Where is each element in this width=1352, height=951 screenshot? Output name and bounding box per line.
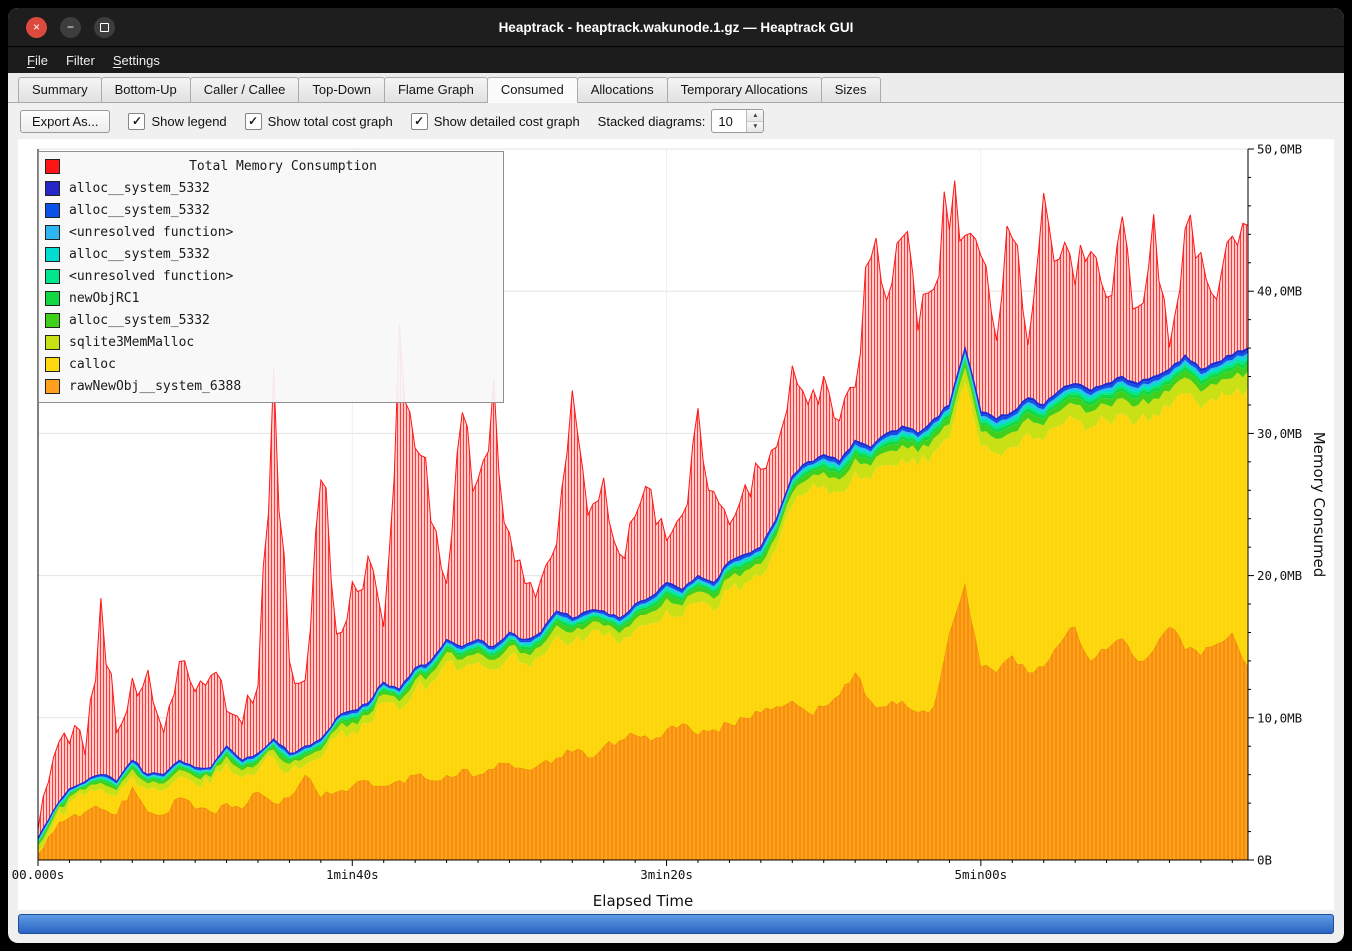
chart-legend: Total Memory Consumption alloc__system_53… — [38, 151, 504, 403]
legend-row: alloc__system_5332 — [45, 243, 497, 265]
legend-label: <unresolved function> — [69, 269, 233, 284]
legend-swatch — [45, 247, 60, 262]
titlebar[interactable]: × − Heaptrack - heaptrack.wakunode.1.gz … — [8, 8, 1344, 46]
tab-consumed[interactable]: Consumed — [487, 77, 578, 103]
legend-label: alloc__system_5332 — [69, 313, 210, 328]
legend-swatch — [45, 335, 60, 350]
svg-text:Elapsed Time: Elapsed Time — [593, 892, 693, 910]
svg-text:5min00s: 5min00s — [955, 867, 1008, 882]
svg-text:1min40s: 1min40s — [326, 867, 379, 882]
spin-up-button[interactable]: ▲ — [747, 110, 763, 121]
svg-text:40,0MB: 40,0MB — [1257, 284, 1302, 299]
svg-text:Memory Consumed: Memory Consumed — [1310, 432, 1328, 578]
stacked-diagrams-group: Stacked diagrams: 10 ▲ ▼ — [598, 109, 765, 133]
svg-text:3min20s: 3min20s — [640, 867, 693, 882]
legend-row: alloc__system_5332 — [45, 309, 497, 331]
legend-title-row: Total Memory Consumption — [45, 155, 497, 177]
legend-swatch — [45, 181, 60, 196]
checkbox-box[interactable]: ✓ — [128, 113, 145, 130]
legend-swatch — [45, 357, 60, 372]
tab-caller-callee[interactable]: Caller / Callee — [190, 77, 300, 102]
stacked-diagrams-label: Stacked diagrams: — [598, 114, 706, 129]
tab-top-down[interactable]: Top-Down — [298, 77, 385, 102]
legend-label: alloc__system_5332 — [69, 247, 210, 262]
stacked-diagrams-spinbox[interactable]: 10 ▲ ▼ — [711, 109, 764, 133]
checkbox-box[interactable]: ✓ — [245, 113, 262, 130]
menu-file[interactable]: File — [18, 50, 57, 71]
tab-bottom-up[interactable]: Bottom-Up — [101, 77, 191, 102]
checkbox-box[interactable]: ✓ — [411, 113, 428, 130]
menubar: FileFilterSettings — [8, 46, 1344, 73]
checkbox-label: Show legend — [151, 114, 226, 129]
close-button[interactable]: × — [26, 17, 47, 38]
svg-text:20,0MB: 20,0MB — [1257, 568, 1302, 583]
legend-row: <unresolved function> — [45, 221, 497, 243]
checkbox-label: Show detailed cost graph — [434, 114, 580, 129]
toolbar: Export As... ✓ Show legend ✓ Show total cos… — [8, 103, 1344, 139]
svg-text:10,0MB: 10,0MB — [1257, 710, 1302, 725]
stacked-diagrams-value[interactable]: 10 — [712, 110, 746, 132]
legend-swatch — [45, 313, 60, 328]
tab-flame-graph[interactable]: Flame Graph — [384, 77, 488, 102]
tab-summary[interactable]: Summary — [18, 77, 102, 102]
heaptrack-window: × − Heaptrack - heaptrack.wakunode.1.gz … — [8, 8, 1344, 943]
legend-label: rawNewObj__system_6388 — [69, 379, 241, 394]
svg-text:00.000s: 00.000s — [12, 867, 65, 882]
legend-swatch — [45, 379, 60, 394]
checkbox-show-total-cost-graph[interactable]: ✓ Show total cost graph — [245, 113, 393, 130]
legend-label: alloc__system_5332 — [69, 181, 210, 196]
legend-label: <unresolved function> — [69, 225, 233, 240]
checkbox-show-detailed-cost-graph[interactable]: ✓ Show detailed cost graph — [411, 113, 580, 130]
legend-row: alloc__system_5332 — [45, 199, 497, 221]
legend-label: newObjRC1 — [69, 291, 139, 306]
legend-swatch — [45, 225, 60, 240]
legend-row: alloc__system_5332 — [45, 177, 497, 199]
legend-row: rawNewObj__system_6388 — [45, 375, 497, 397]
spinner-buttons: ▲ ▼ — [746, 110, 763, 132]
legend-row: calloc — [45, 353, 497, 375]
legend-swatch — [45, 291, 60, 306]
checkbox-show-legend[interactable]: ✓ Show legend — [128, 113, 226, 130]
checkbox-label: Show total cost graph — [268, 114, 393, 129]
tab-allocations[interactable]: Allocations — [577, 77, 668, 102]
window-controls: × − — [26, 17, 115, 38]
legend-row: <unresolved function> — [45, 265, 497, 287]
svg-text:30,0MB: 30,0MB — [1257, 426, 1302, 441]
legend-row: newObjRC1 — [45, 287, 497, 309]
maximize-button[interactable] — [94, 17, 115, 38]
memory-consumption-chart[interactable]: 0B10,0MB20,0MB30,0MB40,0MB50,0MB00.000s1… — [18, 139, 1334, 910]
legend-label: sqlite3MemMalloc — [69, 335, 194, 350]
time-range-slider[interactable] — [18, 914, 1334, 934]
maximize-icon — [100, 23, 109, 32]
export-as-button[interactable]: Export As... — [20, 110, 110, 133]
legend-label: calloc — [69, 357, 116, 372]
svg-text:50,0MB: 50,0MB — [1257, 142, 1302, 157]
legend-swatch — [45, 159, 60, 174]
window-title: Heaptrack - heaptrack.wakunode.1.gz — He… — [8, 20, 1344, 35]
legend-swatch — [45, 203, 60, 218]
checkbox-group: ✓ Show legend ✓ Show total cost graph ✓ Show … — [128, 113, 579, 130]
tab-temporary-allocations[interactable]: Temporary Allocations — [667, 77, 822, 102]
minimize-button[interactable]: − — [60, 17, 81, 38]
menu-filter[interactable]: Filter — [57, 50, 104, 71]
tab-bar: SummaryBottom-UpCaller / CalleeTop-DownF… — [8, 73, 1344, 103]
svg-text:0B: 0B — [1257, 853, 1272, 868]
legend-label: Total Memory Consumption — [69, 159, 497, 174]
spin-down-button[interactable]: ▼ — [747, 121, 763, 133]
menu-settings[interactable]: Settings — [104, 50, 169, 71]
legend-row: sqlite3MemMalloc — [45, 331, 497, 353]
legend-label: alloc__system_5332 — [69, 203, 210, 218]
tab-sizes[interactable]: Sizes — [821, 77, 881, 102]
legend-swatch — [45, 269, 60, 284]
